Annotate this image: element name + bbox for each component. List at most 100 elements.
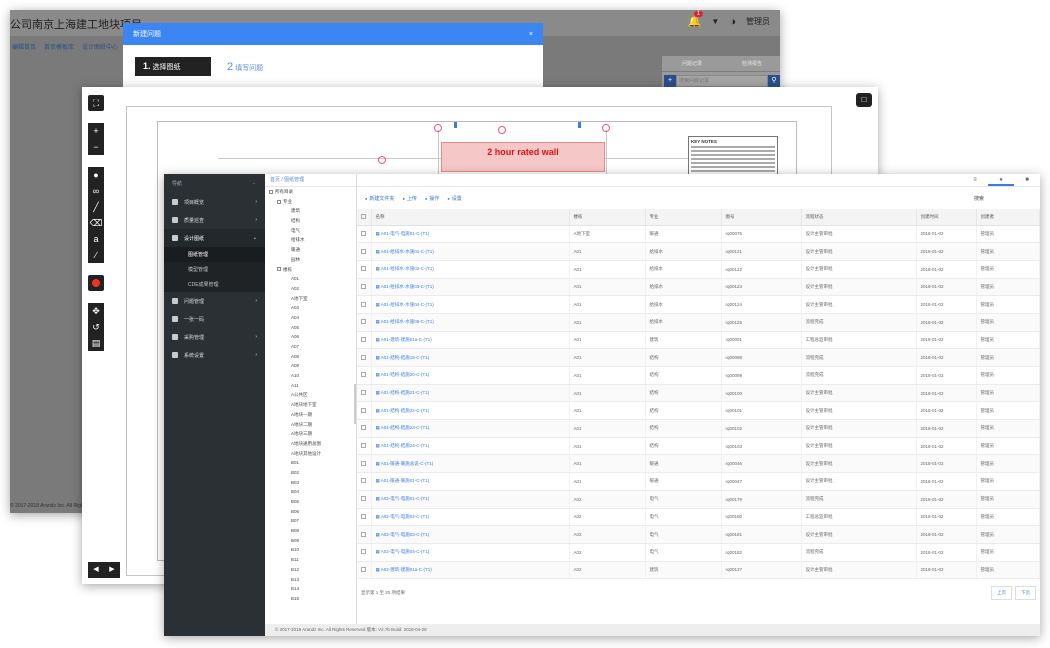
operate-button[interactable]: 操作 <box>425 195 439 202</box>
tab-folder-view[interactable]: ■ <box>1014 174 1040 186</box>
new-folder-button[interactable]: 新建文件夹 <box>365 195 394 202</box>
row-checkbox[interactable] <box>357 295 372 314</box>
add-icon[interactable]: + <box>664 75 676 87</box>
collapse-icon[interactable]: ← <box>252 180 257 187</box>
search-button[interactable]: 搜索 <box>974 195 984 202</box>
drawing-name-link[interactable]: ▦ A01-给排水-水施05-C-(T1) <box>371 313 570 332</box>
row-checkbox[interactable] <box>357 454 372 474</box>
step-select-drawing[interactable]: 1. 选择图纸 <box>135 57 211 76</box>
tab-list-view[interactable]: ≡ <box>962 174 988 186</box>
text-icon[interactable]: a <box>88 231 104 247</box>
table-row[interactable]: ▦ A01-建筑-建施01a-C-(T1) A01 建筑 rq00001 工程总监审批 2… <box>357 331 1040 350</box>
select-all-checkbox[interactable] <box>357 209 372 226</box>
row-checkbox[interactable] <box>357 348 372 367</box>
tree-node[interactable]: A地块地下室 <box>265 400 356 410</box>
sidebar-item-qrcode[interactable]: 一张一码 <box>164 310 265 328</box>
table-row[interactable]: ▦ A01-给排水-水施04-C-(T1) A01 给排水 rq00124 设计主管审批… <box>357 295 1040 314</box>
drawing-name-link[interactable]: ▦ A01-给排水-水施04-C-(T1) <box>371 295 570 314</box>
drawing-name-link[interactable]: ▦ A01-结构-结施23-C-(T1) <box>371 419 570 438</box>
tree-node[interactable]: B09 <box>265 536 356 546</box>
tree-node[interactable]: A02 <box>265 284 356 294</box>
row-checkbox[interactable] <box>357 401 372 421</box>
drawing-name-link[interactable]: ▦ A01-给排水-水施03-C-(T1) <box>371 278 570 297</box>
col-building[interactable]: 楼栋 <box>569 209 646 226</box>
tree-node[interactable]: B02 <box>265 468 356 478</box>
tree-node[interactable]: A地块一期 <box>265 410 356 420</box>
table-row[interactable]: ▦ A01-结构-结施21-C-(T1) A01 结构 rq00100 设计主管审批 20… <box>357 384 1040 403</box>
settings-button[interactable]: 设置 <box>447 195 462 202</box>
sidebar-subitem-cde[interactable]: CDE成果管理 <box>164 277 265 292</box>
record-icon[interactable] <box>88 275 104 291</box>
tree-node[interactable]: A09 <box>265 361 356 371</box>
drawing-name-link[interactable]: ▦ A02-电气-电施03-C-(T1) <box>371 525 570 544</box>
tree-node[interactable]: A07 <box>265 342 356 352</box>
table-row[interactable]: ▦ A01-结构-结施19-C-(T1) A01 结构 rq00098 流程完成 2018… <box>357 348 1040 367</box>
tree-node[interactable]: A地下室 <box>265 294 356 304</box>
close-icon[interactable]: × <box>529 31 533 38</box>
zoom-in-icon[interactable]: + <box>88 123 104 139</box>
row-checkbox[interactable] <box>357 490 372 509</box>
col-drawing-no[interactable]: 图号 <box>721 209 802 226</box>
table-row[interactable]: ▦ A02-电气-电施02-C-(T1) A02 电气 rq00180 工程总监审批 20… <box>357 508 1040 527</box>
link-icon[interactable]: ∞ <box>88 183 104 199</box>
step-fill-issue[interactable]: 2 填写问题 <box>227 61 263 73</box>
table-row[interactable]: ▦ A02-电气-电施01-C-(T1) A02 电气 rq00179 流程完成 2018… <box>357 490 1040 509</box>
row-checkbox[interactable] <box>357 225 372 244</box>
col-creator[interactable]: 创建者 <box>976 209 1040 226</box>
prev-page-button[interactable]: 上页 <box>991 586 1012 600</box>
trash-icon[interactable]: ▤ <box>88 335 104 351</box>
drawing-name-link[interactable]: ▦ A02-电气-电施04-C-(T1) <box>371 543 570 562</box>
tree-node[interactable]: B13 <box>265 575 356 585</box>
chevron-down-icon[interactable]: ▼ <box>711 17 719 26</box>
sidebar-subitem-drawings[interactable]: 图纸管理 <box>164 247 265 262</box>
drawing-name-link[interactable]: ▦ A01-结构-结施19-C-(T1) <box>371 348 570 367</box>
row-checkbox[interactable] <box>357 561 372 580</box>
pin-icon[interactable]: ● <box>88 167 104 183</box>
tree-node[interactable]: 专业 <box>265 197 356 207</box>
tree-node[interactable]: A01 <box>265 274 356 284</box>
table-row[interactable]: ▦ A01-结构-结施20-C-(T1) A01 结构 rq00099 流程完成 2018… <box>357 366 1040 385</box>
tree-node[interactable]: 楼栋 <box>265 265 356 275</box>
globe-icon[interactable]: ◑ <box>729 16 736 28</box>
tree-node[interactable]: B03 <box>265 478 356 488</box>
sidebar-subitem-models[interactable]: 模型管理 <box>164 262 265 277</box>
row-checkbox[interactable] <box>357 419 372 438</box>
drawing-name-link[interactable]: ▦ A01-给排水-水施02-C-(T1) <box>371 260 570 279</box>
table-row[interactable]: ▦ A01-给排水-水施03-C-(T1) A01 给排水 rq00123 设计主管审批… <box>357 278 1040 297</box>
back-crumb[interactable]: 首页模板库 <box>44 42 74 51</box>
tab-tag-view[interactable]: ● <box>988 174 1014 186</box>
eraser-icon[interactable]: ⌫ <box>88 215 104 231</box>
tree-node[interactable]: B08 <box>265 526 356 536</box>
table-row[interactable]: ▦ A01-结构-结施23-C-(T1) A01 结构 rq00102 设计主管审批 20… <box>357 419 1040 438</box>
tree-node[interactable]: A地块二期 <box>265 420 356 430</box>
row-checkbox[interactable] <box>357 278 372 297</box>
sidebar-item-quality[interactable]: 质量巡查 › <box>164 211 265 229</box>
row-checkbox[interactable] <box>357 242 372 261</box>
drawing-name-link[interactable]: ▦ A01-结构-结施24-C-(T1) <box>371 437 570 456</box>
table-row[interactable]: ▦ A01-暖通-暖施01-C-(T1) A01 暖通 rq00047 设计主管审批 20… <box>357 472 1040 491</box>
tree-node[interactable]: A08 <box>265 352 356 362</box>
tree-node[interactable]: B04 <box>265 487 356 497</box>
tree-node[interactable]: 园林 <box>265 255 356 265</box>
table-row[interactable]: ▦ A02-建筑-建施01a-C-(T1) A02 建筑 rq00127 设计主管审批 2… <box>357 561 1040 580</box>
tab-reports[interactable]: 检测报告 <box>722 56 780 72</box>
drawing-name-link[interactable]: ▦ A02-电气-电施01-C-(T1) <box>371 490 570 509</box>
drawing-name-link[interactable]: ▦ A01-结构-结施22-C-(T1) <box>371 401 570 421</box>
row-checkbox[interactable] <box>357 543 372 562</box>
drawing-name-link[interactable]: ▦ A01-电气-电施01-C-(T1) <box>371 225 570 244</box>
row-checkbox[interactable] <box>357 331 372 350</box>
row-checkbox[interactable] <box>357 437 372 456</box>
sidebar-item-issues[interactable]: 问题管理 › <box>164 292 265 310</box>
row-checkbox[interactable] <box>357 366 372 385</box>
drawing-name-link[interactable]: ▦ A02-建筑-建施01a-C-(T1) <box>371 561 570 580</box>
chat-icon[interactable]: □ <box>856 93 872 107</box>
tree-node-root[interactable]: 所有目录 <box>265 187 356 197</box>
tab-issues[interactable]: 问题记录 <box>662 56 722 72</box>
tree-node[interactable]: 暖通 <box>265 245 356 255</box>
tree-node[interactable]: A11 <box>265 381 356 391</box>
tree-node[interactable]: B12 <box>265 565 356 575</box>
tree-node[interactable]: B11 <box>265 555 356 565</box>
upload-button[interactable]: 上传 <box>402 195 417 202</box>
drawing-name-link[interactable]: ▦ A02-电气-电施02-C-(T1) <box>371 508 570 527</box>
drawing-name-link[interactable]: ▦ A01-建筑-建施01a-C-(T1) <box>371 331 570 350</box>
